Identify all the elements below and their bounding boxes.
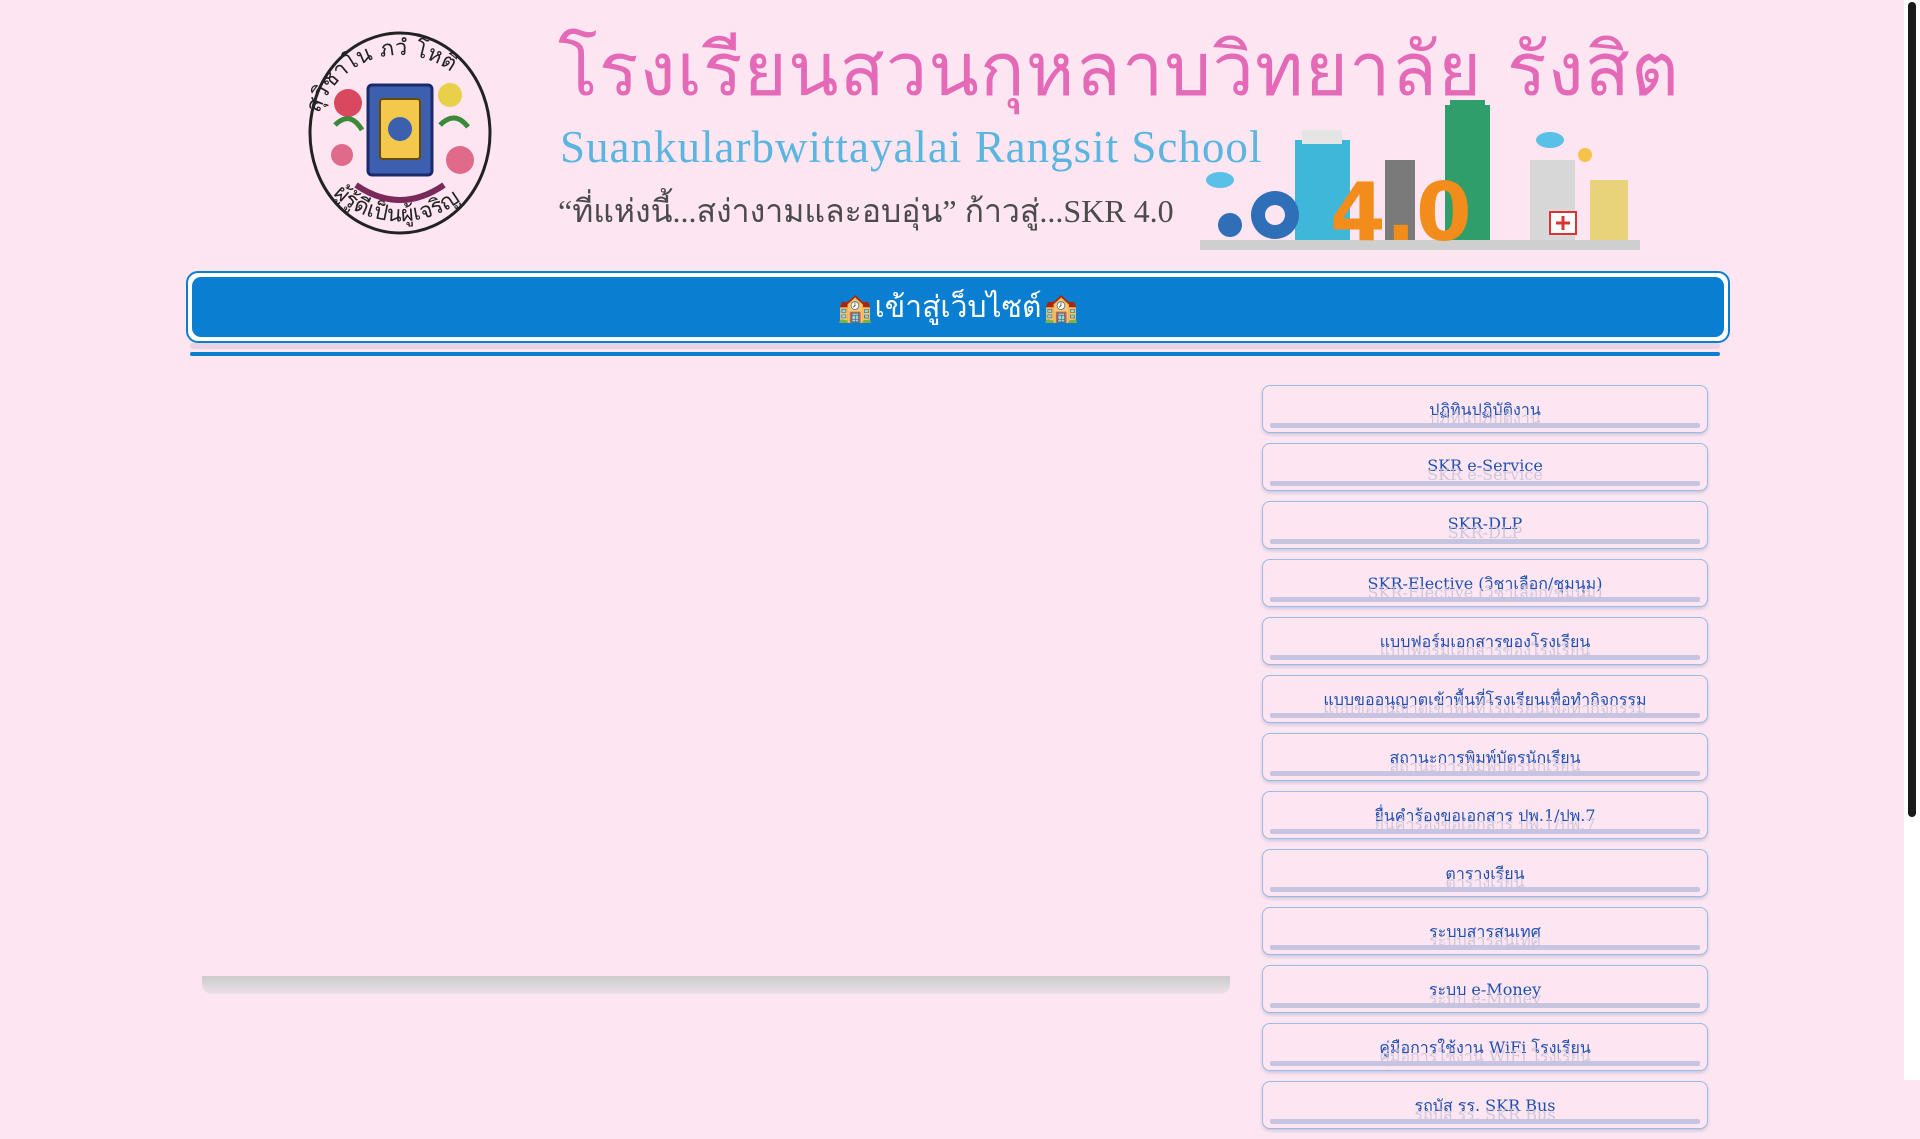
quick-link-item[interactable]: ระบบ e-Money ระบบ e-Money	[1262, 965, 1708, 1013]
quick-link-underline	[1270, 597, 1700, 602]
quick-link-label-shadow: SKR-Elective (วิชาเลือก/ชุมนุม)	[1367, 583, 1603, 602]
svg-text:4.0: 4.0	[1330, 166, 1472, 250]
quick-link-underline	[1270, 539, 1700, 544]
quick-link-underline	[1270, 713, 1700, 718]
enter-website-button[interactable]: 🏫 เข้าสู่เว็บไซต์ 🏫	[192, 277, 1724, 337]
quick-link-label-shadow: สถานะการพิมพ์บัตรนักเรียน	[1389, 757, 1581, 776]
scrollbar-thumb[interactable]	[1908, 2, 1916, 817]
quick-link-underline	[1270, 1003, 1700, 1008]
quick-link-label-shadow: ระบบ e-Money	[1428, 989, 1542, 1008]
quick-link-label-shadow: แบบขออนุญาตเข้าพื้นที่โรงเรียนเพื่อทำกิจ…	[1323, 699, 1647, 718]
quick-link-underline	[1270, 423, 1700, 428]
quick-link-item[interactable]: สถานะการพิมพ์บัตรนักเรียน สถานะการพิมพ์บั…	[1262, 733, 1708, 781]
quick-link-underline	[1270, 771, 1700, 776]
quick-link-item[interactable]: SKR e-Service SKR e-Service	[1262, 443, 1708, 491]
quick-link-label-shadow: ยื่นคำร้องขอเอกสาร ปพ.1/ปพ.7	[1374, 815, 1596, 834]
enter-website-label: เข้าสู่เว็บไซต์	[874, 289, 1042, 325]
header-banner: สุวิชาโน ภวํ โหติ ผู้รู้ดีเป็นผู้เจริญ โ…	[290, 15, 1679, 250]
main-content-bottom-edge	[202, 976, 1230, 994]
quick-link-label-shadow: รถบัส รร. SKR Bus	[1414, 1105, 1556, 1124]
school-icon: 🏫	[1043, 290, 1079, 324]
quick-link-item[interactable]: ยื่นคำร้องขอเอกสาร ปพ.1/ปพ.7 ยื่นคำร้องขอ…	[1262, 791, 1708, 839]
quick-link-underline	[1270, 945, 1700, 950]
school-emblem-logo: สุวิชาโน ภวํ โหติ ผู้รู้ดีเป็นผู้เจริญ	[301, 31, 492, 235]
enter-button-shadow	[190, 343, 1720, 349]
quick-link-item[interactable]: SKR-DLP SKR-DLP	[1262, 501, 1708, 549]
page-scrollbar[interactable]	[1904, 0, 1920, 1080]
quick-links-list: ปฏิทินปฏิบัติงาน ปฏิทินปฏิบัติงาน SKR e-Se…	[1262, 385, 1708, 1139]
quick-link-label-shadow: ตารางเรียน	[1445, 873, 1525, 892]
quick-link-item[interactable]: ระบบสารสนเทศ ระบบสารสนเทศ	[1262, 907, 1708, 955]
quick-link-underline	[1270, 1061, 1700, 1066]
quick-link-item[interactable]: แบบขออนุญาตเข้าพื้นที่โรงเรียนเพื่อทำกิจ…	[1262, 675, 1708, 723]
quick-link-item[interactable]: ปฏิทินปฏิบัติงาน ปฏิทินปฏิบัติงาน	[1262, 385, 1708, 433]
quick-link-item[interactable]: คู่มือการใช้งาน WiFi โรงเรียน คู่มือการใช…	[1262, 1023, 1708, 1071]
quick-link-item[interactable]: ตารางเรียน ตารางเรียน	[1262, 849, 1708, 897]
quick-link-label-shadow: ปฏิทินปฏิบัติงาน	[1429, 409, 1541, 428]
school-slogan: “ที่แห่งนี้...สง่างามและอบอุ่น” ก้าวสู่.…	[558, 193, 1174, 229]
quick-link-item[interactable]: รถบัส รร. SKR Bus รถบัส รร. SKR Bus	[1262, 1081, 1708, 1129]
school-title-thai: โรงเรียนสวนกุหลาบวิทยาลัย รังสิต	[558, 27, 1680, 113]
quick-link-item[interactable]: แบบฟอร์มเอกสารของโรงเรียน แบบฟอร์มเอกสารข…	[1262, 617, 1708, 665]
quick-link-label-shadow: แบบฟอร์มเอกสารของโรงเรียน	[1379, 641, 1591, 660]
quick-link-underline	[1270, 655, 1700, 660]
quick-link-label-shadow: ระบบสารสนเทศ	[1429, 931, 1541, 950]
school-title-english: Suankularbwittayalai Rangsit School	[560, 122, 1263, 172]
smart-city-illustration: 4.0	[1200, 100, 1640, 250]
enter-website-frame: 🏫 เข้าสู่เว็บไซต์ 🏫	[186, 271, 1730, 343]
quick-link-item[interactable]: SKR-Elective (วิชาเลือก/ชุมนุม) SKR-Elect…	[1262, 559, 1708, 607]
quick-link-label-shadow: คู่มือการใช้งาน WiFi โรงเรียน	[1379, 1047, 1591, 1066]
school-icon: 🏫	[837, 290, 873, 324]
quick-link-underline	[1270, 887, 1700, 892]
quick-link-underline	[1270, 481, 1700, 486]
quick-link-underline	[1270, 1119, 1700, 1124]
header-divider-line	[190, 352, 1720, 356]
quick-link-underline	[1270, 829, 1700, 834]
